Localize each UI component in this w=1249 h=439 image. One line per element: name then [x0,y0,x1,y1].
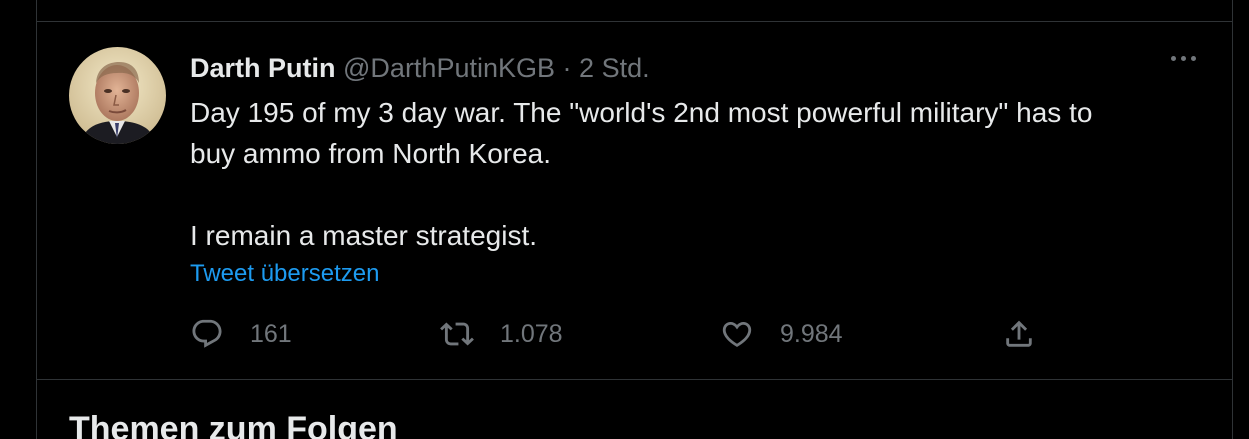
user-handle[interactable]: @DarthPutinKGB [343,53,555,83]
more-dots-icon[interactable] [1171,56,1196,61]
avatar[interactable] [69,47,166,144]
translate-tweet-link[interactable]: Tweet übersetzen [190,259,379,289]
tweet-divider [37,379,1232,380]
timeline-column: Darth Putin @DarthPutinKGB · 2 Std. Day … [36,0,1233,439]
tweet-text-line: I remain a master strategist. [190,220,538,251]
reply-button[interactable]: 161 [190,314,292,354]
retweet-icon [440,322,474,346]
display-name[interactable]: Darth Putin [190,53,336,83]
avatar-photo [69,47,166,144]
tweet-text: Day 195 of my 3 day war. The "world's 2n… [190,92,1190,256]
tweet-header: Darth Putin @DarthPutinKGB · 2 Std. [190,52,650,84]
tweet-timestamp[interactable]: 2 Std. [579,53,650,83]
tweet[interactable]: Darth Putin @DarthPutinKGB · 2 Std. Day … [37,22,1232,379]
reply-count: 161 [250,319,292,348]
like-count: 9.984 [780,319,843,348]
retweet-count: 1.078 [500,319,563,348]
share-icon [1006,320,1032,347]
retweet-button[interactable]: 1.078 [440,314,563,354]
share-button[interactable] [1002,314,1036,354]
tweet-actions: 161 1.078 9.984 [190,314,1090,354]
tweet-text-line: buy ammo from North Korea. [190,138,552,169]
like-button[interactable]: 9.984 [720,314,843,354]
separator-dot: · [562,53,572,83]
heart-icon [722,321,752,347]
reply-icon [192,319,222,348]
tweet-text-line: Day 195 of my 3 day war. The "world's 2n… [190,97,1093,128]
section-heading: Themen zum Folgen [69,410,398,439]
